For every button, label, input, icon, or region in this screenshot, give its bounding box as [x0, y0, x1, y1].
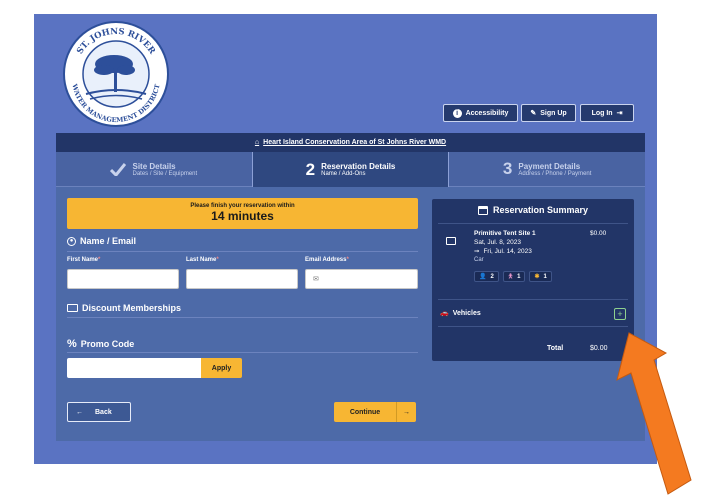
- login-icon: ⇥: [616, 110, 623, 117]
- divider: [438, 299, 628, 300]
- check-icon: [110, 162, 127, 176]
- child-badge: 🯅 1: [502, 271, 526, 282]
- arrow-left-icon: ←: [76, 408, 83, 416]
- add-vehicle-button[interactable]: +: [614, 308, 626, 320]
- total-label: Total: [547, 345, 564, 352]
- accessibility-button[interactable]: i Accessibility: [443, 104, 518, 122]
- name-email-heading: ● Name / Email: [67, 236, 136, 246]
- breadcrumb[interactable]: ⌂ Heart Island Conservation Area of St J…: [56, 133, 645, 152]
- divider: [438, 326, 628, 327]
- apply-button[interactable]: Apply: [201, 358, 242, 378]
- paw-icon: ✱: [534, 274, 540, 280]
- divider: [67, 317, 418, 318]
- email-input[interactable]: ✉: [305, 269, 418, 289]
- email-label: Email Address*: [305, 257, 349, 263]
- annotation-arrow-icon: [616, 332, 692, 495]
- district-logo: ST. JOHNS RIVER WATER MANAGEMENT DISTRIC…: [63, 21, 169, 127]
- start-date: Sat, Jul. 8, 2023: [474, 239, 521, 246]
- step-indicator: Site Details Dates / Site / Equipment 2 …: [56, 152, 646, 187]
- image-icon: [446, 237, 456, 247]
- promo-heading: % Promo Code: [67, 338, 135, 350]
- pencil-icon: ✎: [530, 110, 537, 117]
- first-name-label: First Name*: [67, 257, 101, 263]
- site-name: Primitive Tent Site 1: [474, 230, 536, 237]
- back-button[interactable]: ← Back: [67, 402, 131, 422]
- last-name-label: Last Name*: [186, 257, 219, 263]
- people-badge: 👤 2: [474, 271, 499, 282]
- child-icon: 🯅: [507, 273, 514, 280]
- reservation-timer: Please finish your reservation within 14…: [67, 198, 418, 229]
- first-name-input[interactable]: [67, 269, 179, 289]
- home-icon: ⌂: [254, 139, 260, 146]
- info-icon: i: [452, 108, 462, 118]
- step-site-details[interactable]: Site Details Dates / Site / Equipment: [56, 152, 252, 187]
- last-name-input[interactable]: [186, 269, 298, 289]
- divider: [438, 223, 628, 224]
- divider: [67, 251, 418, 252]
- people-icon: 👤: [479, 274, 487, 280]
- calendar-icon: [477, 205, 488, 215]
- promo-code-input[interactable]: [67, 358, 202, 378]
- vehicle-type: Car: [474, 257, 484, 263]
- pet-badge: ✱ 1: [529, 271, 552, 282]
- step-reservation-details[interactable]: 2 Reservation Details Name / Add-Ons: [251, 152, 450, 187]
- continue-button[interactable]: Continue →: [334, 402, 416, 422]
- envelope-icon: ✉: [313, 276, 319, 283]
- arrow-right-icon: →: [396, 402, 416, 422]
- sign-up-button[interactable]: ✎ Sign Up: [521, 104, 576, 122]
- end-date: ➞ Fri, Jul. 14, 2023: [474, 247, 532, 256]
- car-icon: 🚗: [440, 310, 449, 317]
- summary-title: Reservation Summary: [432, 205, 634, 215]
- percent-icon: %: [67, 338, 77, 350]
- vehicles-row: 🚗 Vehicles: [440, 309, 481, 318]
- log-in-button[interactable]: Log In ⇥: [580, 104, 634, 122]
- arrow-right-icon: ➞: [474, 248, 480, 255]
- divider: [67, 352, 418, 353]
- user-circle-icon: ●: [67, 236, 76, 246]
- discount-heading: Discount Memberships: [67, 303, 181, 313]
- step-payment-details[interactable]: 3 Payment Details Address / Phone / Paym…: [449, 152, 646, 187]
- id-card-icon: [67, 304, 78, 312]
- site-price: $0.00: [590, 230, 607, 237]
- occupant-badges: 👤 2 🯅 1 ✱ 1: [474, 271, 552, 282]
